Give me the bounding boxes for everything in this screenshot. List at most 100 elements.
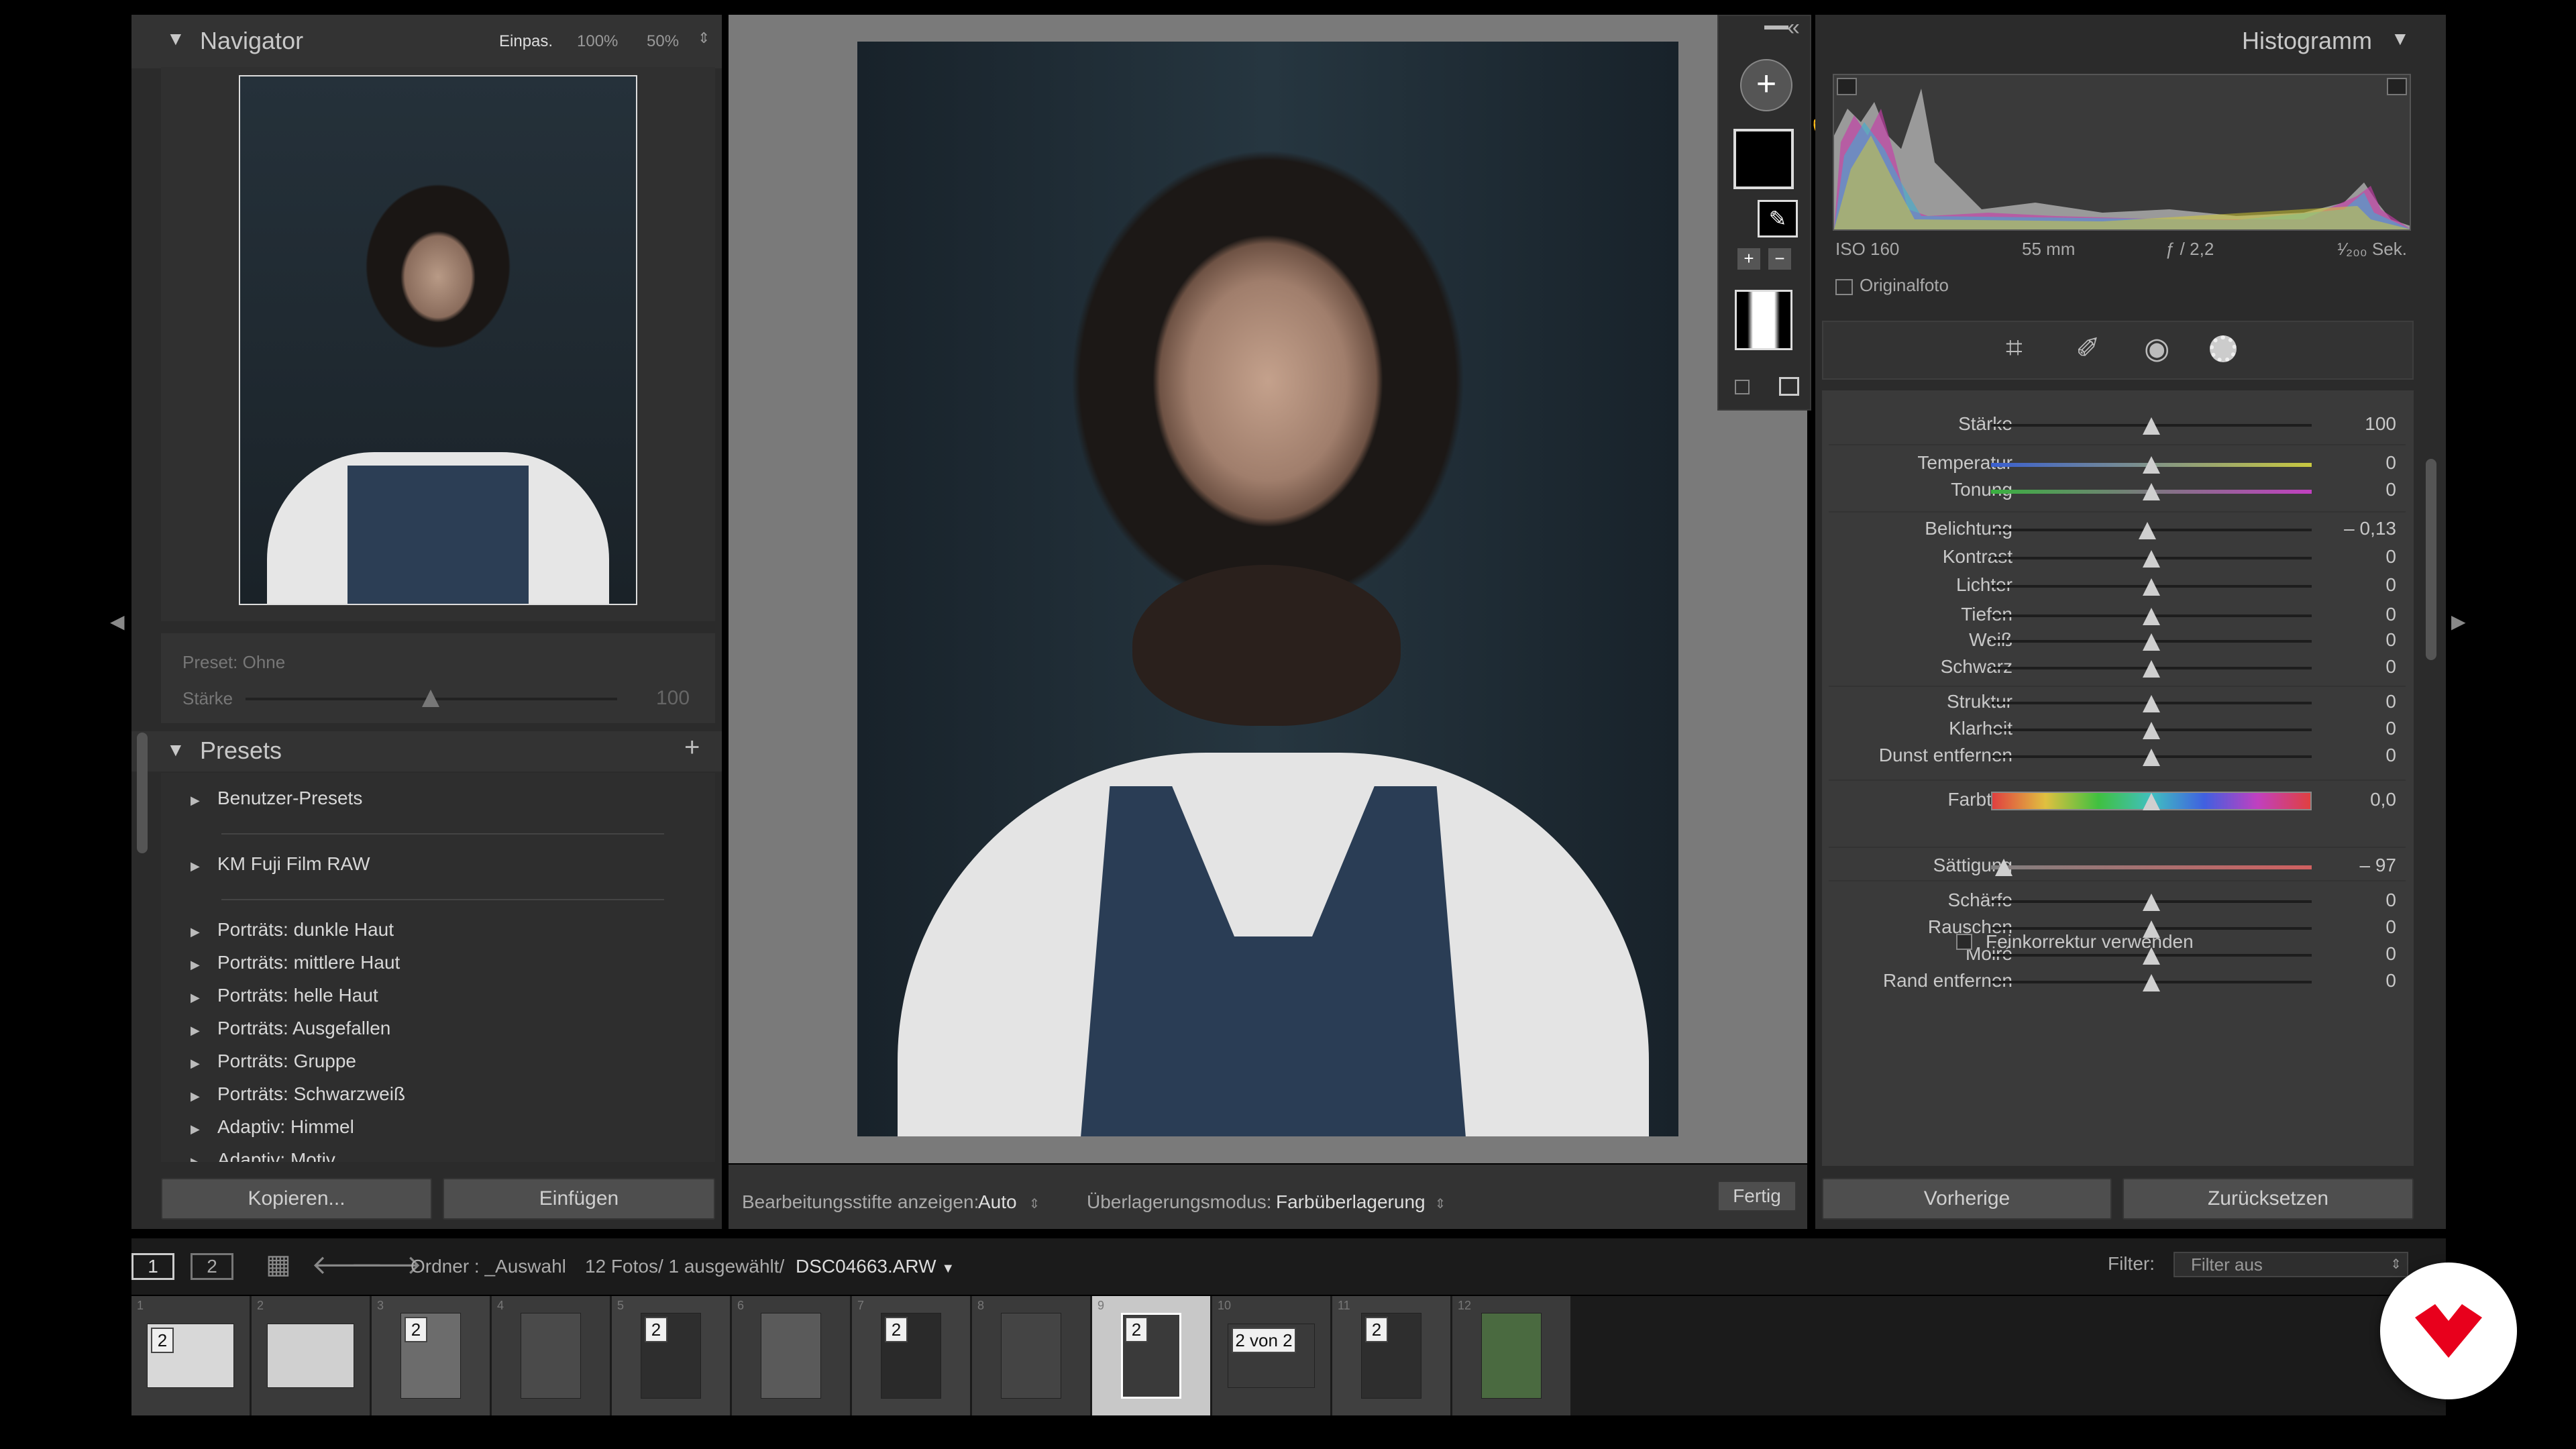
stack-badge[interactable]: 2: [1365, 1317, 1388, 1342]
stack-badge[interactable]: 2: [885, 1317, 908, 1342]
slider-value[interactable]: 0: [2302, 970, 2396, 991]
slider-value[interactable]: 0: [2302, 629, 2396, 651]
slider-value[interactable]: 0: [2302, 745, 2396, 766]
slider-value[interactable]: – 97: [2302, 855, 2397, 876]
slider-value[interactable]: 0: [2302, 691, 2396, 712]
add-mask-button[interactable]: +: [1740, 59, 1792, 111]
slider-value[interactable]: 100: [2302, 413, 2396, 435]
mask-panel-collapse-icon[interactable]: [1764, 25, 1788, 30]
stack-badge[interactable]: 2: [1125, 1317, 1148, 1342]
slider-value[interactable]: 0: [2302, 574, 2396, 596]
histogram-area[interactable]: [1833, 74, 2411, 231]
slider-knob[interactable]: [2143, 894, 2160, 911]
left-panel-toggle-icon[interactable]: ◀: [110, 610, 125, 633]
histogram-collapse-icon[interactable]: ▼: [2391, 28, 2410, 50]
mask-thumbnail-1[interactable]: [1733, 129, 1794, 189]
slider-knob[interactable]: [2143, 608, 2160, 625]
slider-value[interactable]: 0: [2302, 452, 2396, 474]
screen-2-button[interactable]: 2: [191, 1253, 233, 1280]
preset-group[interactable]: ▶ Porträts: dunkle Haut: [191, 919, 394, 941]
stack-badge[interactable]: 2: [405, 1317, 427, 1342]
slider-knob[interactable]: [2143, 578, 2160, 596]
preset-strength-knob[interactable]: [422, 690, 439, 707]
slider-knob[interactable]: [2143, 749, 2160, 766]
slider-value[interactable]: 0: [2302, 546, 2396, 568]
healing-icon[interactable]: ✐: [2076, 331, 2100, 366]
zoom-fit-option[interactable]: Einpas.: [499, 32, 553, 51]
main-photo[interactable]: [857, 42, 1678, 1136]
copy-button[interactable]: Kopieren...: [161, 1178, 432, 1220]
preset-group[interactable]: ▶ Porträts: Schwarzweiß: [191, 1083, 405, 1105]
slider-knob[interactable]: [2143, 722, 2160, 739]
slider-value[interactable]: 0,0: [2302, 789, 2396, 810]
preset-group[interactable]: ▶ Porträts: Ausgefallen: [191, 1018, 390, 1039]
show-overlay-checkbox[interactable]: [1735, 380, 1750, 394]
zoom-50-option[interactable]: 50%: [647, 32, 679, 51]
slider-knob[interactable]: [2143, 550, 2160, 568]
stack-badge[interactable]: 2: [645, 1317, 667, 1342]
original-photo-checkbox[interactable]: [1835, 279, 1853, 295]
brush-icon[interactable]: ✎: [1758, 200, 1798, 237]
highlight-clipping-icon[interactable]: [2387, 78, 2407, 95]
preset-group[interactable]: ▶ Porträts: helle Haut: [191, 985, 378, 1006]
preset-group[interactable]: ▶ Porträts: mittlere Haut: [191, 952, 400, 973]
slider-knob[interactable]: [2143, 633, 2160, 651]
add-preset-icon[interactable]: +: [684, 733, 700, 763]
overlay-select[interactable]: Farbüberlagerung ⇕: [1276, 1191, 1446, 1213]
zoom-more-icon[interactable]: ⇕: [698, 30, 710, 47]
slider-knob[interactable]: [1995, 859, 2013, 876]
right-scrollbar[interactable]: [2426, 459, 2436, 660]
slider-knob[interactable]: [2143, 974, 2160, 991]
masking-icon[interactable]: [2210, 335, 2237, 362]
slider-value[interactable]: – 0,13: [2302, 518, 2396, 539]
preset-group[interactable]: ▶ Adaptiv: Himmel: [191, 1116, 354, 1138]
previous-button[interactable]: Vorherige: [1822, 1178, 2112, 1220]
fine-adjust-checkbox[interactable]: [1956, 934, 1972, 950]
slider-value[interactable]: 0: [2302, 656, 2396, 678]
preset-group[interactable]: ▶ Porträts: Gruppe: [191, 1051, 356, 1072]
pins-select[interactable]: Auto ⇕: [978, 1191, 1040, 1213]
filter-select[interactable]: Filter aus ⇕: [2174, 1252, 2408, 1277]
overlay-color-icon[interactable]: [1779, 377, 1799, 396]
slider-value[interactable]: 0: [2302, 479, 2396, 500]
slider-value[interactable]: 0: [2302, 604, 2396, 625]
done-button[interactable]: Fertig: [1717, 1181, 1796, 1212]
slider-knob[interactable]: [2143, 417, 2160, 435]
stack-badge[interactable]: 2: [151, 1328, 174, 1353]
slider-value[interactable]: 0: [2302, 916, 2396, 938]
navigator-preview-image[interactable]: [239, 75, 637, 605]
slider-knob[interactable]: [2143, 456, 2160, 474]
slider-knob[interactable]: [2143, 793, 2160, 810]
slider-knob[interactable]: [2138, 522, 2156, 539]
preset-group[interactable]: ▶ Benutzer-Presets: [191, 788, 362, 809]
crop-icon[interactable]: ⌗: [2006, 331, 2023, 365]
mask-thumbnail-2[interactable]: [1735, 290, 1792, 350]
filename-select[interactable]: DSC04663.ARW ▼: [796, 1256, 955, 1277]
preset-group[interactable]: ▶ Adaptiv: Motiv: [191, 1149, 335, 1162]
slider-value[interactable]: 0: [2302, 718, 2396, 739]
slider-value[interactable]: 0: [2302, 890, 2396, 911]
mask-subtract-button[interactable]: −: [1768, 248, 1791, 270]
preset-group[interactable]: ▶ KM Fuji Film RAW: [191, 853, 370, 875]
redeye-icon[interactable]: ◉: [2144, 331, 2169, 366]
slider-track[interactable]: [1991, 865, 2312, 869]
shadow-clipping-icon[interactable]: [1837, 78, 1857, 95]
source-label[interactable]: Ordner : _Auswahl: [411, 1256, 566, 1277]
slider-knob[interactable]: [2143, 660, 2160, 678]
thumbnail-index: 6: [737, 1299, 745, 1312]
slider-knob[interactable]: [2143, 695, 2160, 712]
grid-view-icon[interactable]: ▦: [266, 1249, 291, 1280]
right-panel-toggle-icon[interactable]: ▶: [2451, 610, 2466, 633]
mask-add-button[interactable]: +: [1737, 248, 1760, 270]
zoom-100-option[interactable]: 100%: [577, 32, 618, 51]
collapse-triangle-icon[interactable]: ▼: [166, 28, 185, 50]
slider-value[interactable]: 0: [2302, 943, 2396, 965]
paste-button[interactable]: Einfügen: [443, 1178, 715, 1220]
presets-scrollbar[interactable]: [137, 733, 148, 853]
slider-knob[interactable]: [2143, 483, 2160, 500]
screen-1-button[interactable]: 1: [131, 1253, 174, 1280]
presets-collapse-icon[interactable]: ▼: [166, 739, 185, 761]
mask-panel-expand-icon[interactable]: «: [1787, 15, 1800, 41]
reset-button[interactable]: Zurücksetzen: [2123, 1178, 2414, 1220]
stack-badge[interactable]: 2 von 2: [1232, 1328, 1296, 1353]
